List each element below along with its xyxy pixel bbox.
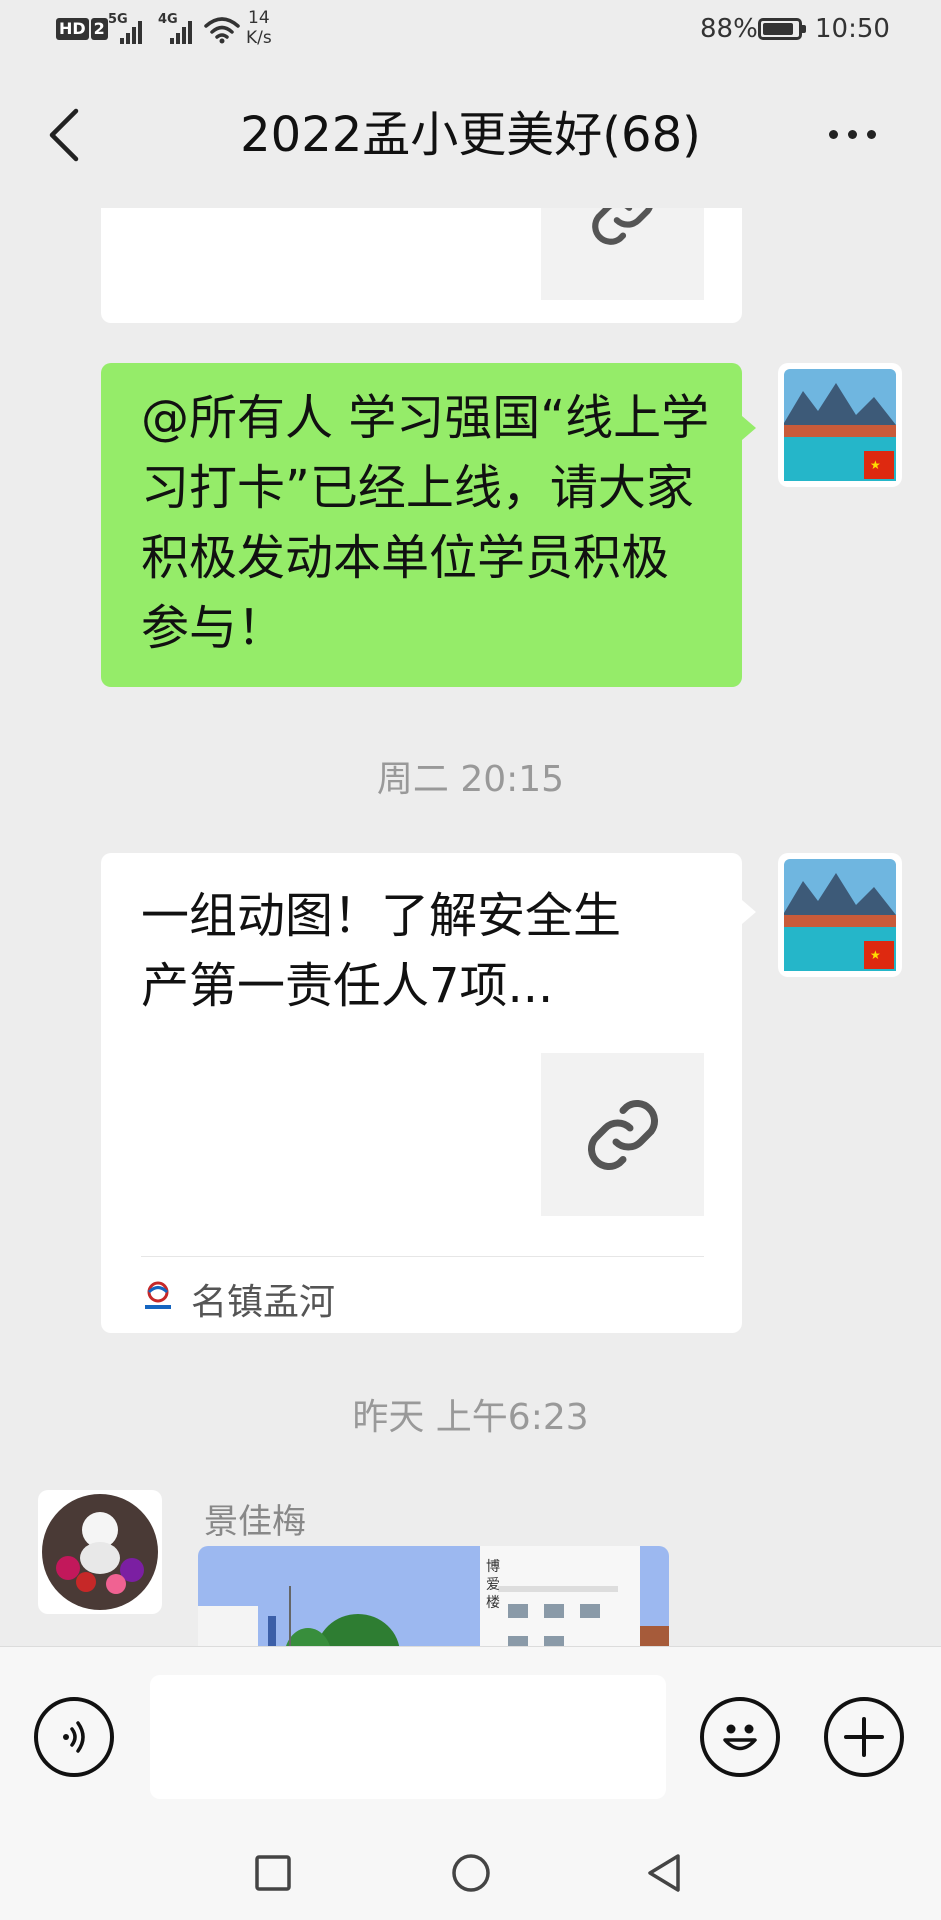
svg-text:★: ★ — [870, 948, 881, 962]
chat-area[interactable]: @所有人 学习强国“线上学习打卡”已经上线，请大家积极发动本单位学员积极参与！ … — [0, 208, 941, 1646]
speed-value: 14 — [248, 8, 270, 28]
school-photo-image — [198, 1546, 669, 1646]
emoji-icon — [723, 1724, 757, 1751]
voice-icon — [63, 1721, 85, 1753]
link-card[interactable]: 一组动图！了解安全生产第一责任人7项... 名镇孟河 — [101, 853, 742, 1333]
network-speed: 14 K/s — [246, 8, 272, 48]
sender-name: 景佳梅 — [204, 1502, 306, 1542]
time-divider: 昨天 上午6:23 — [352, 1397, 589, 1438]
time-divider: 周二 20:15 — [376, 759, 565, 800]
link-thumbnail — [541, 208, 704, 300]
net2-label: 4G — [158, 12, 178, 27]
image-message[interactable]: 博爱楼 — [198, 1546, 669, 1646]
avatar-landscape-image: ★ — [778, 853, 902, 977]
hd-badge: HD 2 — [56, 18, 108, 40]
back-button[interactable] — [34, 100, 94, 170]
message-text: @所有人 学习强国“线上学习打卡”已经上线，请大家积极发动本单位学员积极参与！ — [141, 390, 710, 656]
avatar[interactable]: ★ — [778, 363, 902, 487]
source-logo-icon — [145, 1281, 171, 1309]
emoji-button[interactable] — [700, 1697, 780, 1777]
signal-5g-icon: 5G — [108, 12, 142, 44]
plus-icon — [844, 1717, 884, 1757]
hd-label: HD — [56, 18, 89, 40]
link-title: 一组动图！了解安全生产第一责任人7项... — [141, 888, 622, 1014]
bubble-tail — [742, 900, 756, 924]
nav-bar: 2022孟小更美好(68) — [0, 62, 941, 208]
voice-button[interactable] — [34, 1697, 114, 1777]
speed-unit: K/s — [246, 28, 272, 48]
more-dots-icon — [828, 129, 838, 139]
sim-label: 2 — [90, 18, 108, 40]
link-card-partial[interactable] — [101, 208, 742, 323]
chat-title: 2022孟小更美好(68) — [240, 107, 701, 163]
message-bubble-sent[interactable]: @所有人 学习强国“线上学习打卡”已经上线，请大家积极发动本单位学员积极参与！ — [101, 363, 742, 687]
input-bar — [0, 1646, 941, 1827]
more-button[interactable] — [812, 104, 892, 164]
link-icon — [591, 208, 653, 245]
net1-label: 5G — [108, 12, 128, 27]
back-nav-button[interactable] — [644, 1852, 684, 1894]
avatar-landscape-image: ★ — [778, 363, 902, 487]
sender-avatar[interactable] — [38, 1490, 162, 1614]
home-button[interactable] — [450, 1852, 492, 1894]
link-thumbnail — [541, 1053, 704, 1216]
building-sign: 博爱楼 — [486, 1559, 500, 1611]
avatar-toys-image — [38, 1490, 162, 1614]
status-bar: HD 2 5G 4G 14 K/s 88% 10:50 — [0, 0, 941, 62]
signal-4g-icon: 4G — [158, 12, 192, 44]
wifi-icon — [204, 17, 240, 44]
link-source: 名镇孟河 — [191, 1282, 336, 1323]
svg-text:★: ★ — [870, 458, 881, 472]
battery-percent: 88% — [700, 14, 758, 44]
battery-icon — [758, 18, 806, 40]
system-nav-bar — [0, 1826, 941, 1920]
avatar[interactable]: ★ — [778, 853, 902, 977]
plus-button[interactable] — [824, 1697, 904, 1777]
chevron-left-icon — [49, 108, 79, 162]
message-input[interactable] — [150, 1675, 666, 1799]
link-icon — [587, 1099, 658, 1170]
card-divider — [141, 1256, 704, 1257]
recents-button[interactable] — [254, 1854, 292, 1892]
bubble-tail — [742, 416, 756, 440]
clock: 10:50 — [815, 14, 890, 44]
